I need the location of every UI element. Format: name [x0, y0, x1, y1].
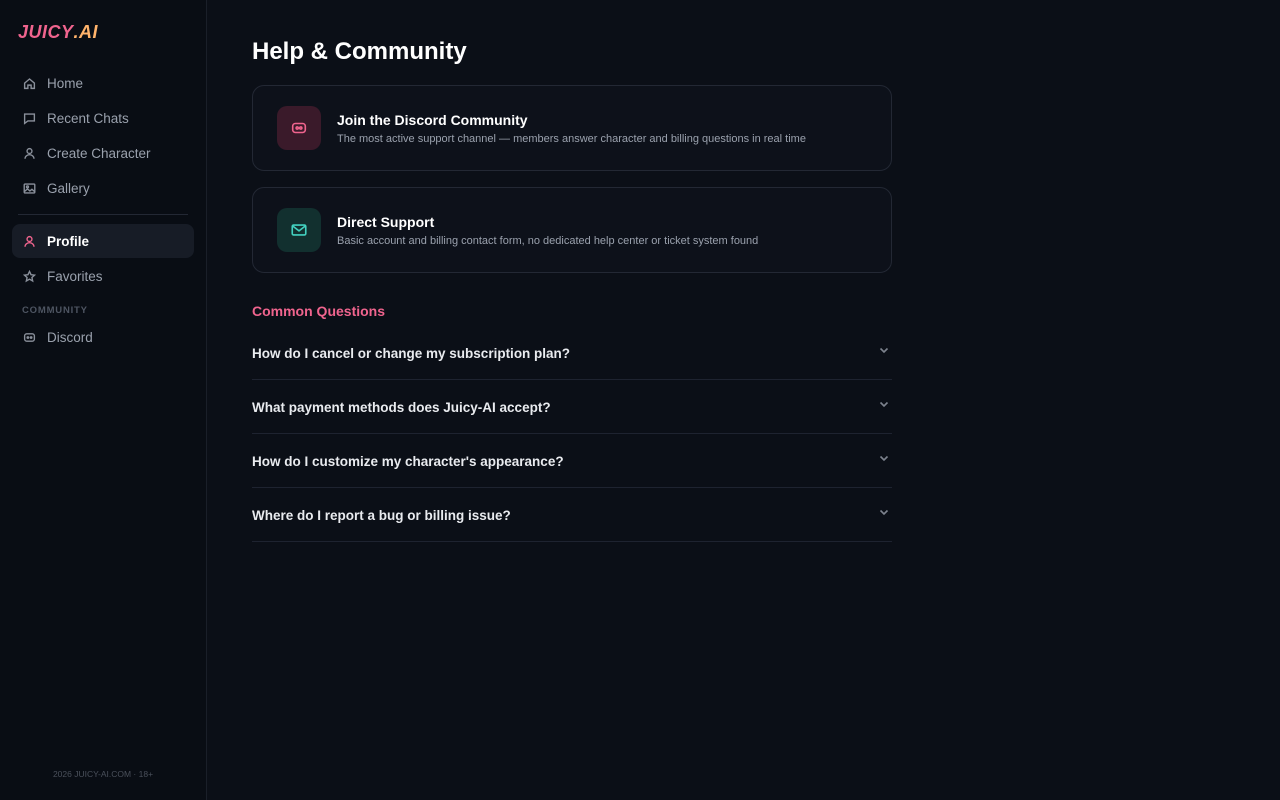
faq-question: How do I cancel or change my subscriptio… — [252, 346, 571, 361]
discord-icon — [22, 330, 36, 344]
sidebar-item-favorites[interactable]: Favorites — [12, 259, 194, 293]
user-icon — [22, 146, 36, 160]
sidebar-nav: Home Recent Chats Create Character Galle… — [12, 66, 194, 355]
sidebar-item-label: Favorites — [47, 268, 103, 284]
sidebar: JUICY .AI Home Recent Chats Create Charac… — [0, 0, 207, 800]
faq-heading: Common Questions — [252, 303, 386, 319]
image-icon — [22, 181, 36, 195]
faq-item[interactable]: How do I customize my character's appear… — [252, 434, 892, 488]
chevron-down-icon — [878, 397, 890, 409]
sidebar-item-home[interactable]: Home — [12, 66, 194, 100]
faq-question: Where do I report a bug or billing issue… — [252, 508, 511, 523]
chevron-down-icon — [878, 343, 890, 355]
sidebar-item-create-character[interactable]: Create Character — [12, 136, 194, 170]
sidebar-divider — [18, 214, 188, 215]
home-icon — [22, 76, 36, 90]
faq-question: What payment methods does Juicy-AI accep… — [252, 400, 551, 415]
sidebar-item-label: Recent Chats — [47, 110, 129, 126]
discord-icon — [277, 106, 321, 150]
page-title: Help & Community — [252, 38, 467, 65]
sidebar-item-label: Home — [47, 75, 84, 91]
sidebar-item-recent-chats[interactable]: Recent Chats — [12, 101, 194, 135]
card-title: Direct Support — [337, 213, 435, 230]
star-icon — [22, 269, 36, 283]
sidebar-item-gallery[interactable]: Gallery — [12, 171, 194, 205]
sidebar-item-label: Profile — [47, 233, 90, 249]
user-icon — [22, 234, 36, 248]
card-title: Join the Discord Community — [337, 111, 528, 128]
mail-icon — [277, 208, 321, 252]
brand-logo[interactable]: JUICY .AI — [18, 22, 98, 43]
card-text: Direct Support Basic account and billing… — [337, 214, 758, 247]
faq-question: How do I customize my character's appear… — [252, 454, 564, 469]
sidebar-item-profile[interactable]: Profile — [12, 224, 194, 258]
sidebar-item-discord[interactable]: Discord — [12, 320, 194, 354]
discord-community-card[interactable]: Join the Discord Community The most acti… — [252, 85, 892, 171]
faq-item[interactable]: What payment methods does Juicy-AI accep… — [252, 380, 892, 434]
brand-logo-part1: JUICY — [18, 22, 74, 42]
card-description: The most active support channel — member… — [337, 132, 806, 145]
sidebar-item-label: Gallery — [47, 180, 90, 196]
faq-item[interactable]: How do I cancel or change my subscriptio… — [252, 326, 892, 380]
main-content: Help & Community Join the Discord Commun… — [207, 0, 1280, 800]
card-description: Basic account and billing contact form, … — [337, 234, 759, 247]
sidebar-item-label: Discord — [47, 329, 93, 345]
chevron-down-icon — [878, 451, 890, 463]
chevron-down-icon — [878, 505, 890, 517]
brand-logo-part2: .AI — [73, 22, 99, 42]
card-text: Join the Discord Community The most acti… — [337, 112, 806, 145]
sidebar-footer: 2026 JUICY-AI.COM · 18+ — [52, 769, 154, 779]
chat-icon — [22, 111, 36, 125]
direct-support-card[interactable]: Direct Support Basic account and billing… — [252, 187, 892, 273]
sidebar-section-community: COMMUNITY — [22, 305, 88, 316]
sidebar-item-label: Create Character — [47, 145, 151, 161]
faq-item[interactable]: Where do I report a bug or billing issue… — [252, 488, 892, 542]
